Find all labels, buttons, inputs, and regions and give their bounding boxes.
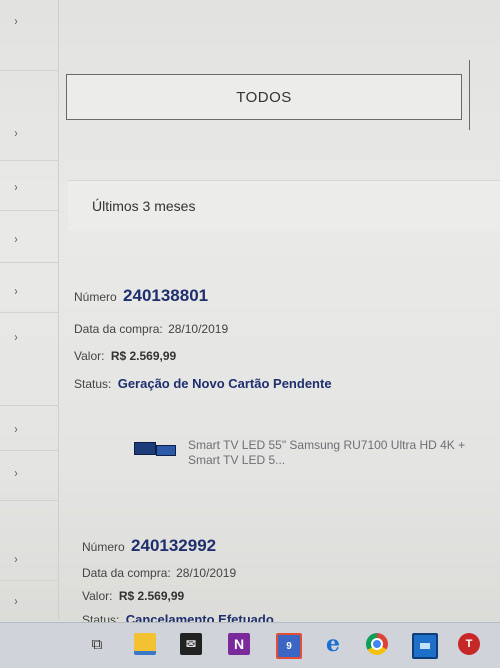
order-number-row: Número 240132992 xyxy=(82,536,216,556)
chrome-icon[interactable] xyxy=(366,633,388,655)
task-view-icon[interactable]: ⧉ xyxy=(86,633,108,655)
order-value-label: Valor: xyxy=(82,589,113,603)
app-icon[interactable]: T xyxy=(458,633,480,655)
remote-desktop-icon[interactable] xyxy=(412,633,438,659)
purchase-date-row: Data da compra: 28/10/2019 xyxy=(74,322,228,336)
order-status-row: Status: Geração de Novo Cartão Pendente xyxy=(74,376,332,391)
purchase-date: 28/10/2019 xyxy=(168,322,229,336)
divider xyxy=(0,160,58,161)
chevron-right-icon[interactable]: › xyxy=(14,466,17,480)
chevron-right-icon[interactable]: › xyxy=(14,180,17,194)
notification-badge: 9 xyxy=(286,640,292,652)
chevron-right-icon[interactable]: › xyxy=(14,422,17,436)
onenote-letter: N xyxy=(233,636,245,652)
divider xyxy=(0,405,58,406)
divider xyxy=(0,450,58,451)
divider xyxy=(0,580,58,581)
left-nav-rail: › › › › › › › › › › xyxy=(0,0,59,620)
scroll-edge xyxy=(469,60,500,130)
purchase-date-label: Data da compra: xyxy=(82,566,171,580)
filter-all-button[interactable]: TODOS xyxy=(66,74,462,120)
tv-image-icon xyxy=(156,445,176,456)
period-label: Últimos 3 meses xyxy=(92,198,196,214)
order-value-row: Valor: R$ 2.569,99 xyxy=(74,349,176,363)
order-value-row: Valor: R$ 2.569,99 xyxy=(82,589,184,603)
app-letter: T xyxy=(465,638,473,650)
purchase-date: 28/10/2019 xyxy=(176,566,237,580)
period-filter[interactable]: Últimos 3 meses xyxy=(68,180,500,231)
edge-letter: e xyxy=(326,631,340,657)
divider xyxy=(0,262,58,263)
onenote-icon[interactable]: N xyxy=(228,633,250,655)
divider xyxy=(0,70,58,71)
chevron-right-icon[interactable]: › xyxy=(14,14,17,28)
chevron-right-icon[interactable]: › xyxy=(14,284,17,298)
order-value: R$ 2.569,99 xyxy=(118,589,185,603)
filter-all-label: TODOS xyxy=(236,88,292,106)
photos-icon[interactable]: 9 xyxy=(276,633,302,659)
order-status-label: Status: xyxy=(74,377,112,391)
purchase-date-row: Data da compra: 28/10/2019 xyxy=(82,566,236,580)
order-number[interactable]: 240138801 xyxy=(123,286,208,305)
order-number-label: Número xyxy=(74,290,117,304)
divider xyxy=(0,312,58,313)
order-value: R$ 2.569,99 xyxy=(110,349,177,363)
chevron-right-icon[interactable]: › xyxy=(14,232,17,246)
order-value-label: Valor: xyxy=(74,349,105,363)
chevron-right-icon[interactable]: › xyxy=(14,594,17,608)
file-explorer-icon[interactable] xyxy=(134,633,156,655)
order-status: Geração de Novo Cartão Pendente xyxy=(117,376,332,391)
order-number-row: Número 240138801 xyxy=(74,286,208,306)
taskbar: ⧉ ✉ N 9 e T xyxy=(0,622,500,668)
chrome-center-icon xyxy=(371,638,383,650)
purchase-date-label: Data da compra: xyxy=(74,322,163,336)
monitor-icon xyxy=(420,643,430,649)
chevron-right-icon[interactable]: › xyxy=(14,552,17,566)
product-name[interactable]: Smart TV LED 55" Samsung RU7100 Ultra HD… xyxy=(188,438,478,468)
chevron-right-icon[interactable]: › xyxy=(14,330,17,344)
chevron-right-icon[interactable]: › xyxy=(14,126,17,140)
product-thumbnail xyxy=(134,442,176,456)
tv-image-icon xyxy=(134,442,156,455)
product-item[interactable]: Smart TV LED 55" Samsung RU7100 Ultra HD… xyxy=(134,436,474,476)
edge-icon[interactable]: e xyxy=(322,631,344,657)
divider xyxy=(0,210,58,211)
mail-icon[interactable]: ✉ xyxy=(180,633,202,655)
order-number-label: Número xyxy=(82,540,125,554)
divider xyxy=(0,500,58,501)
order-number[interactable]: 240132992 xyxy=(131,536,216,555)
